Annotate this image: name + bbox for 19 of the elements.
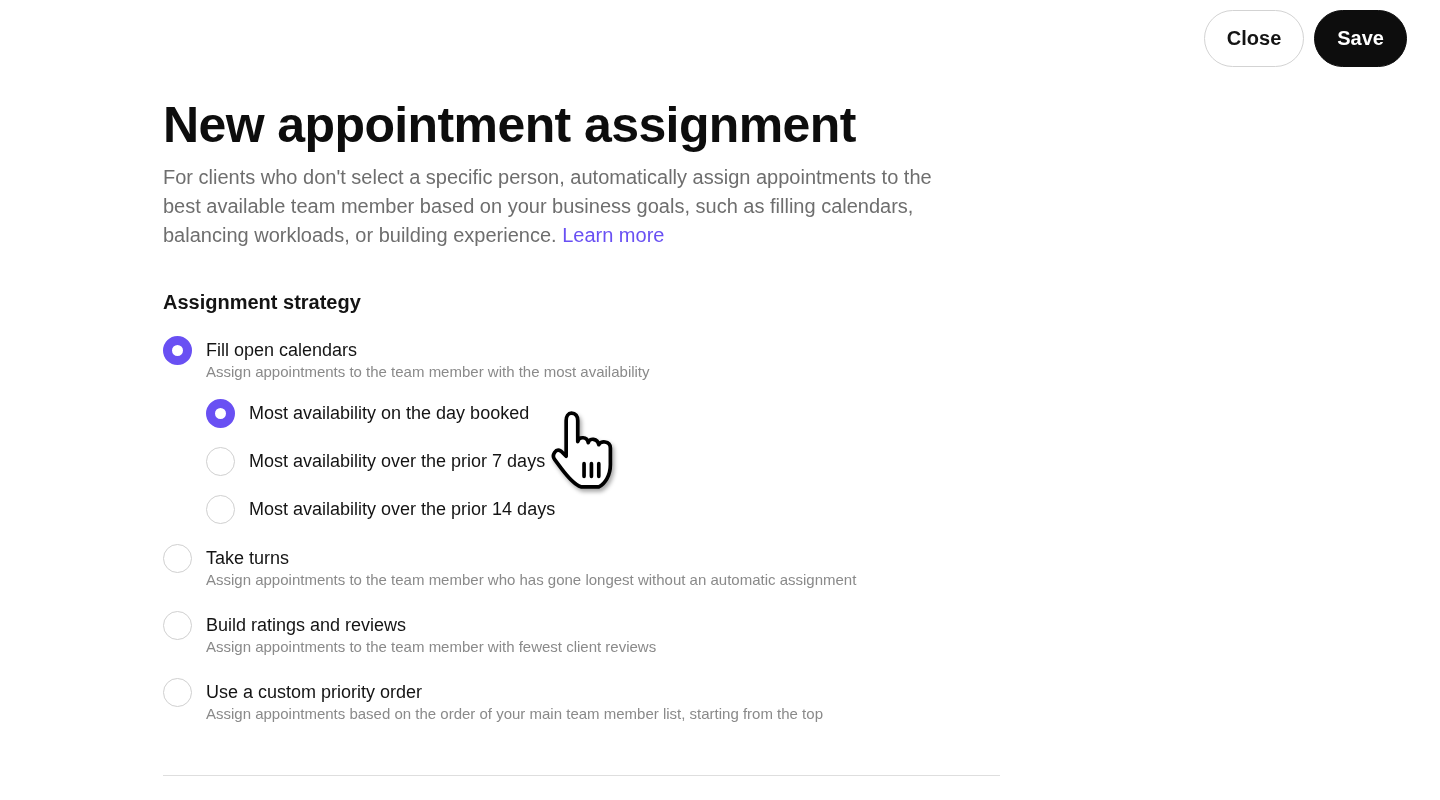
radio-button[interactable]	[163, 336, 192, 365]
option-description: Assign appointments to the team member with the most availability	[206, 362, 650, 382]
radio-button[interactable]	[206, 399, 235, 428]
option-description: Assign appointments to the team member who has gone longest without an automatic assignment	[206, 570, 857, 590]
option-label: Most availability on the day booked	[249, 402, 530, 425]
option-label: Use a custom priority order	[206, 681, 423, 703]
section-heading: Assignment strategy	[163, 290, 361, 315]
option-label: Most availability over the prior 14 days	[249, 498, 556, 521]
option-description: Assign appointments based on the order of your main team member list, starting from the top	[206, 704, 823, 724]
option-label: Fill open calendars	[206, 339, 358, 361]
page-title: New appointment assignment	[163, 96, 857, 155]
option-label: Most availability over the prior 7 days	[249, 450, 546, 473]
learn-more-link[interactable]: Learn more	[562, 224, 665, 246]
close-button[interactable]: Close	[1203, 10, 1305, 67]
option-label: Take turns	[206, 547, 290, 569]
option-label: Build ratings and reviews	[206, 614, 407, 636]
description-text: For clients who don't select a specific person, automatically assign appointments to the best available team member based on your business goals, such as filling calendars, balancing workloads, or building experience. Learn more	[163, 165, 933, 248]
save-button[interactable]: Save	[1314, 10, 1407, 67]
option-description: Assign appointments to the team member with fewest client reviews	[206, 637, 657, 657]
